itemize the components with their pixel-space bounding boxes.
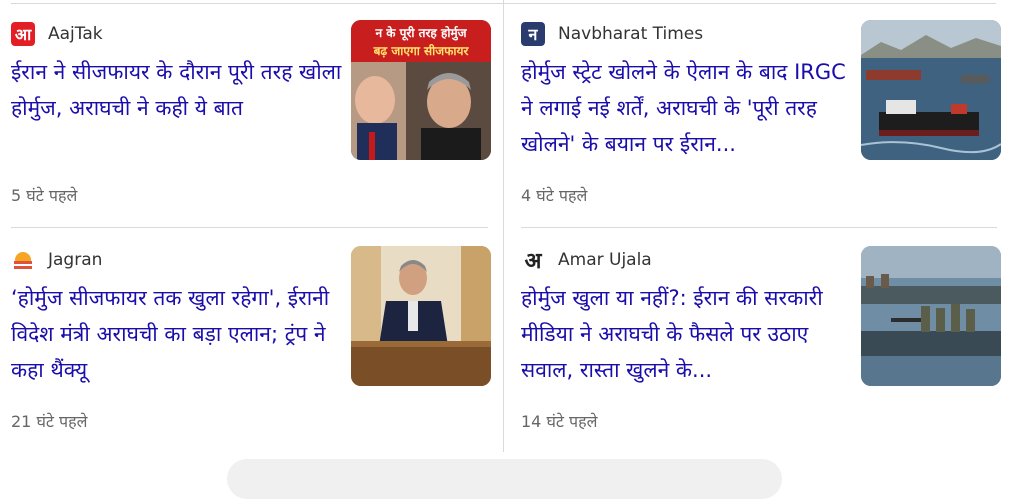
news-thumbnail[interactable]: [351, 246, 491, 386]
source-name: Navbharat Times: [558, 24, 704, 44]
timestamp: 4 घंटे पहले: [521, 186, 588, 205]
source-row: न Navbharat Times: [521, 22, 703, 46]
column-divider: [503, 0, 504, 452]
svg-text:न के पूरी तरह होर्मुज: न के पूरी तरह होर्मुज: [374, 26, 467, 41]
news-card-amar-ujala[interactable]: अ Amar Ujala होर्मुज खुला या नहीं?: ईरान…: [521, 228, 1001, 438]
news-thumbnail[interactable]: [861, 20, 1001, 160]
headline-link[interactable]: ‘होर्मुज सीजफायर तक खुला रहेगा', ईरानी व…: [11, 280, 346, 388]
navbharat-times-logo-icon: न: [521, 22, 545, 46]
news-thumbnail[interactable]: [861, 246, 1001, 386]
more-news-button[interactable]: [227, 459, 782, 499]
source-name: AajTak: [48, 24, 103, 44]
news-card-navbharat-times[interactable]: न Navbharat Times होर्मुज स्ट्रेट खोलने …: [521, 2, 1001, 212]
news-thumbnail[interactable]: न के पूरी तरह होर्मुज बढ़ जाएगा सीजफायर: [351, 20, 491, 160]
headline-link[interactable]: होर्मुज खुला या नहीं?: ईरान की सरकारी मी…: [521, 280, 856, 388]
headline-link[interactable]: ईरान ने सीजफायर के दौरान पूरी तरह खोला ह…: [11, 54, 346, 126]
news-card-aajtak[interactable]: आ AajTak ईरान ने सीजफायर के दौरान पूरी त…: [11, 2, 491, 212]
source-name: Amar Ujala: [558, 250, 652, 270]
amar-ujala-logo-icon: अ: [521, 248, 545, 272]
timestamp: 21 घंटे पहले: [11, 412, 88, 431]
aajtak-logo-icon: आ: [11, 22, 35, 46]
source-name: Jagran: [48, 250, 103, 270]
news-card-jagran[interactable]: Jagran ‘होर्मुज सीजफायर तक खुला रहेगा', …: [11, 228, 491, 438]
source-row: अ Amar Ujala: [521, 248, 652, 272]
headline-link[interactable]: होर्मुज स्ट्रेट खोलने के ऐलान के बाद IRG…: [521, 54, 856, 162]
source-row: आ AajTak: [11, 22, 103, 46]
timestamp: 5 घंटे पहले: [11, 186, 78, 205]
jagran-logo-icon: [11, 248, 35, 272]
source-row: Jagran: [11, 248, 102, 272]
svg-text:बढ़ जाएगा सीजफायर: बढ़ जाएगा सीजफायर: [373, 44, 470, 58]
timestamp: 14 घंटे पहले: [521, 412, 598, 431]
